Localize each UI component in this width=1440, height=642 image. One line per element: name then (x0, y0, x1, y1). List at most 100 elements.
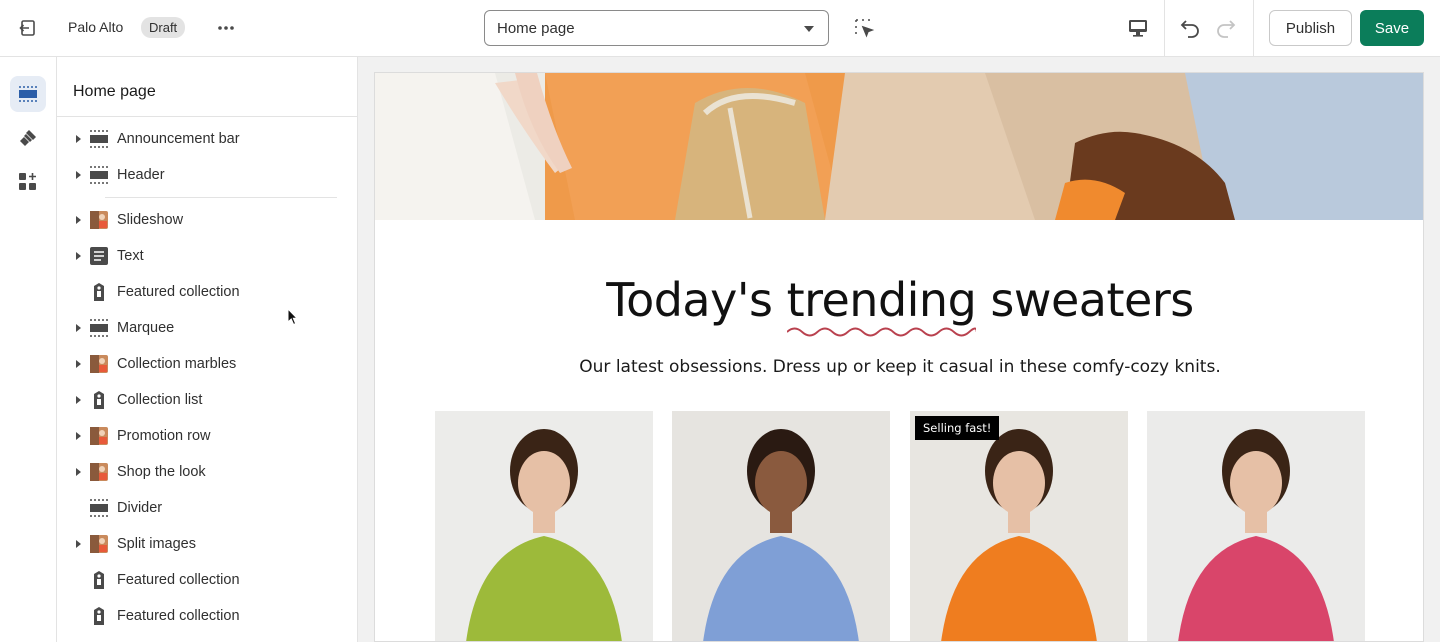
undo-icon (1180, 20, 1199, 38)
mouse-cursor-icon (287, 308, 299, 326)
sidebar-item[interactable]: Header (57, 157, 357, 193)
undo-button[interactable] (1174, 12, 1206, 44)
image-thumb (89, 534, 109, 554)
sidebar-item[interactable]: Promotion row (57, 418, 357, 454)
sidebar-item[interactable]: Collection marbles (57, 346, 357, 382)
publish-button[interactable]: Publish (1269, 10, 1352, 46)
product-image (672, 411, 890, 641)
inspector-button[interactable] (850, 14, 878, 42)
exit-button[interactable] (12, 12, 44, 44)
sidebar-item[interactable]: Shop the look (57, 454, 357, 490)
more-horizontal-icon (218, 26, 234, 30)
sidebar-item-label: Collection marbles (117, 356, 237, 372)
expand-arrow-icon[interactable] (76, 360, 81, 368)
tag-icon (89, 606, 109, 626)
sidebar-item-label: Featured collection (117, 572, 240, 588)
hero-photo (375, 73, 1423, 220)
sidebar-item[interactable]: Marquee (57, 310, 357, 346)
store-preview[interactable]: Today's trending sweaters Our latest obs… (374, 72, 1424, 642)
sections-icon (19, 86, 37, 102)
paint-brush-icon (20, 130, 36, 146)
sidebar-item[interactable]: Featured collection (57, 598, 357, 634)
expand-arrow-icon[interactable] (76, 324, 81, 332)
product-image (910, 411, 1128, 641)
sidebar-item-label: Featured collection (117, 608, 240, 624)
more-actions-button[interactable] (212, 14, 240, 42)
sidebar-item[interactable]: Announcement bar (57, 121, 357, 157)
sidebar-item-label: Text (117, 248, 144, 264)
sidebar-item-label: Collection list (117, 392, 203, 408)
exit-icon (19, 20, 35, 36)
product-image (1147, 411, 1365, 641)
group-divider (105, 197, 337, 198)
section-heading: Today's trending sweaters (375, 273, 1423, 337)
sidebar-item[interactable]: Featured collection (57, 562, 357, 598)
image-thumb (89, 354, 109, 374)
heading-part: Today's (606, 273, 787, 327)
heading-highlight: trending (786, 273, 977, 337)
product-card[interactable] (1147, 411, 1365, 641)
image-thumb (89, 426, 109, 446)
product-card[interactable]: Selling fast! (910, 411, 1128, 641)
section-icon (89, 165, 109, 185)
top-bar: Palo Alto Draft Home page Publish Save (0, 0, 1440, 57)
rail-theme-settings-button[interactable] (10, 120, 46, 156)
sidebar-item[interactable]: Collection list (57, 382, 357, 418)
text-icon (89, 246, 109, 266)
tag-icon (89, 282, 109, 302)
section-icon (89, 129, 109, 149)
product-card[interactable] (672, 411, 890, 641)
tag-icon (89, 390, 109, 410)
sidebar-item-label: Header (117, 167, 165, 183)
sidebar-item-label: Slideshow (117, 212, 184, 228)
divider (57, 116, 357, 117)
save-button[interactable]: Save (1360, 10, 1424, 46)
sidebar-item[interactable]: Split images (57, 526, 357, 562)
expand-arrow-icon[interactable] (76, 252, 81, 260)
sidebar-item[interactable]: Featured collection (57, 274, 357, 310)
sidebar-item-label: Split images (117, 536, 196, 552)
divider (1253, 0, 1254, 57)
sidebar-item-label: Announcement bar (117, 131, 240, 147)
sidebar-item-label: Featured collection (117, 284, 240, 300)
select-cursor-icon (855, 19, 875, 38)
tag-icon (89, 570, 109, 590)
desktop-icon (1129, 20, 1147, 37)
left-rail (0, 57, 57, 642)
section-icon (89, 498, 109, 518)
expand-arrow-icon[interactable] (76, 171, 81, 179)
template-select-value: Home page (497, 20, 575, 37)
status-badge: Draft (141, 17, 186, 38)
hero-slideshow-image[interactable] (375, 73, 1423, 220)
product-image (435, 411, 653, 641)
sidebar-title: Home page (73, 83, 156, 100)
expand-arrow-icon[interactable] (76, 135, 81, 143)
apps-icon (19, 173, 36, 190)
sidebar-item[interactable]: Divider (57, 490, 357, 526)
expand-arrow-icon[interactable] (76, 432, 81, 440)
squiggle-underline (786, 327, 977, 337)
sidebar-item-label: Shop the look (117, 464, 206, 480)
sidebar-item[interactable]: Text (57, 238, 357, 274)
product-card[interactable] (435, 411, 653, 641)
section-icon (89, 318, 109, 338)
expand-arrow-icon[interactable] (76, 396, 81, 404)
expand-arrow-icon[interactable] (76, 216, 81, 224)
sidebar-item-label: Promotion row (117, 428, 211, 444)
divider (1164, 0, 1165, 57)
sidebar-item-label: Marquee (117, 320, 175, 336)
image-thumb (89, 210, 109, 230)
sidebar-item[interactable]: Slideshow (57, 202, 357, 238)
heading-part: sweaters (976, 273, 1194, 327)
template-select[interactable]: Home page (484, 10, 829, 46)
expand-arrow-icon[interactable] (76, 540, 81, 548)
redo-button[interactable] (1210, 12, 1242, 44)
expand-arrow-icon[interactable] (76, 468, 81, 476)
heading-highlight-text: trending (786, 273, 977, 327)
rail-apps-button[interactable] (10, 164, 46, 200)
desktop-view-button[interactable] (1122, 12, 1154, 44)
image-thumb (89, 462, 109, 482)
selling-fast-badge: Selling fast! (915, 416, 1000, 440)
rail-sections-button[interactable] (10, 76, 46, 112)
sidebar-item-label: Divider (117, 500, 163, 516)
